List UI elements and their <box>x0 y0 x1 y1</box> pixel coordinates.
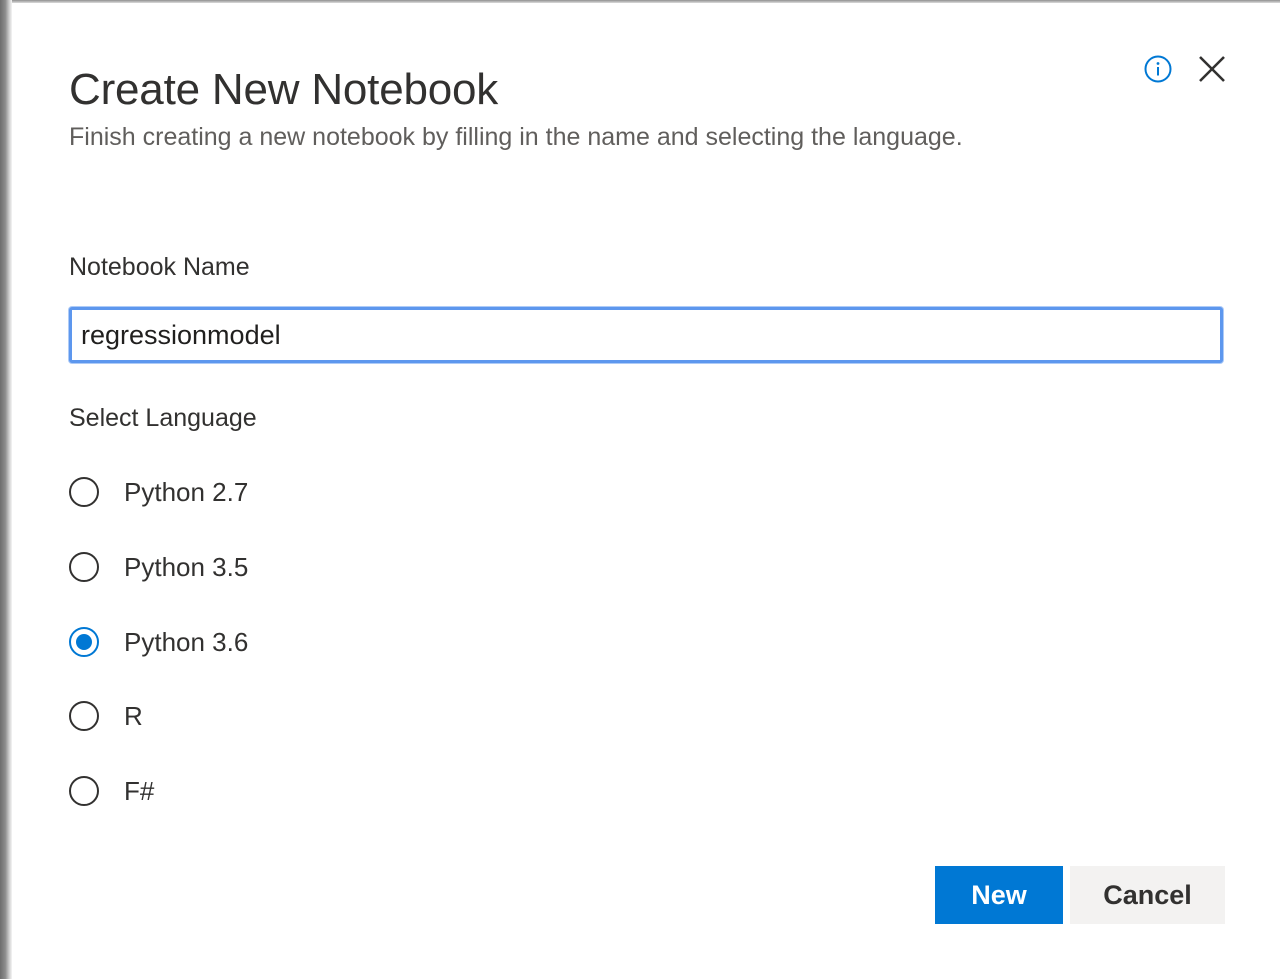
notebook-name-label: Notebook Name <box>69 253 250 281</box>
radio-label: F# <box>124 775 155 806</box>
radio-button[interactable] <box>69 552 99 582</box>
radio-option-python-2-7[interactable]: Python 2.7 <box>69 474 248 510</box>
radio-label: Python 3.5 <box>124 551 249 582</box>
radio-option-python-3-6[interactable]: Python 3.6 <box>69 624 248 660</box>
radio-button-selected[interactable] <box>69 627 99 657</box>
create-notebook-dialog: Create New Notebook Finish creating a ne… <box>12 3 1280 979</box>
notebook-name-input[interactable] <box>69 307 1223 363</box>
radio-option-f-sharp[interactable]: F# <box>69 773 154 809</box>
cancel-button[interactable]: Cancel <box>1070 866 1225 924</box>
close-icon[interactable] <box>1196 53 1228 85</box>
select-language-label: Select Language <box>69 404 257 432</box>
radio-option-python-3-5[interactable]: Python 3.5 <box>69 549 248 585</box>
radio-label: Python 2.7 <box>124 476 249 507</box>
radio-option-r[interactable]: R <box>69 698 143 734</box>
new-button[interactable]: New <box>935 866 1063 924</box>
dialog-title: Create New Notebook <box>69 65 499 114</box>
radio-button[interactable] <box>69 701 99 731</box>
dialog-subtitle: Finish creating a new notebook by fillin… <box>69 123 963 151</box>
radio-button[interactable] <box>69 776 99 806</box>
radio-button[interactable] <box>69 477 99 507</box>
background-window-edge <box>0 0 12 979</box>
radio-label: R <box>124 700 143 731</box>
info-icon[interactable] <box>1143 54 1173 84</box>
radio-label: Python 3.6 <box>124 626 249 657</box>
